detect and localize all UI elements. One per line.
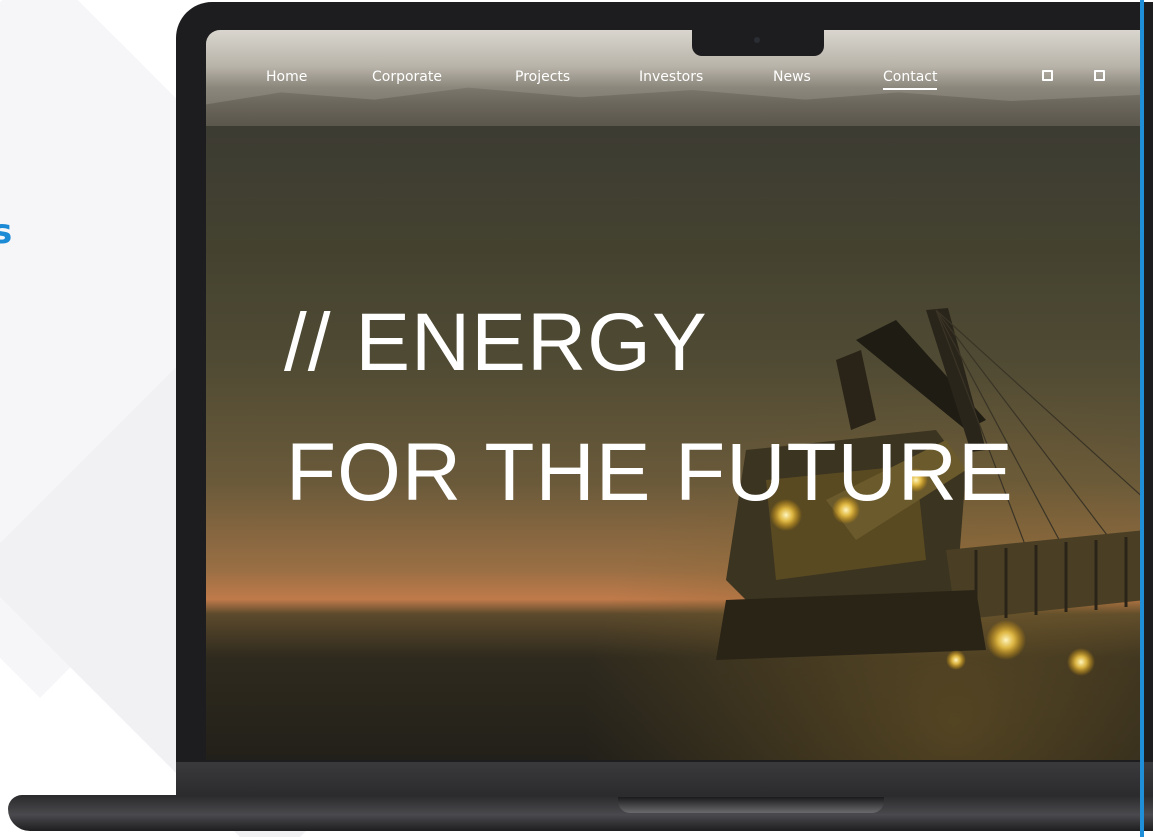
page: s Home Corporate Projects Investors News… <box>0 0 1153 837</box>
laptop-screen: Home Corporate Projects Investors News C… <box>206 30 1142 760</box>
right-accent-rule <box>1140 0 1144 837</box>
nav-item-news[interactable]: News <box>773 68 811 86</box>
laptop-base <box>8 795 1153 831</box>
square-outline-icon[interactable] <box>1042 70 1053 81</box>
laptop-hinge-notch <box>618 797 884 813</box>
main-navigation: Home Corporate Projects Investors News C… <box>206 30 1142 126</box>
laptop-bezel-bottom <box>176 762 1153 796</box>
nav-item-home[interactable]: Home <box>266 68 307 86</box>
nav-item-contact[interactable]: Contact <box>883 68 938 90</box>
hero-headline-line-1: // ENERGY <box>284 297 708 388</box>
side-heading-fragment: s <box>0 212 13 252</box>
nav-item-corporate[interactable]: Corporate <box>372 68 442 86</box>
nav-item-projects[interactable]: Projects <box>515 68 570 86</box>
hero-headline-line-2: FOR THE FUTURE <box>286 427 1014 518</box>
nav-item-investors[interactable]: Investors <box>639 68 703 86</box>
square-outline-icon[interactable] <box>1094 70 1105 81</box>
